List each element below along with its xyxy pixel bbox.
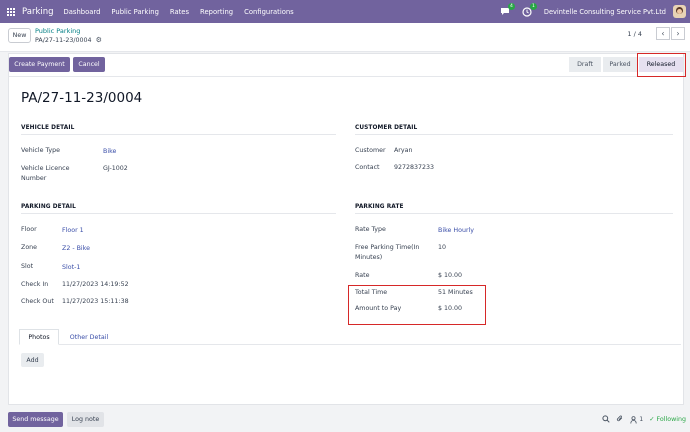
paperclip-icon[interactable] [616,414,624,425]
create-payment-button[interactable]: Create Payment [9,57,70,72]
rate-value[interactable]: $ 10.00 [438,271,462,281]
free-time-label-line1: Free Parking Time(In [355,244,420,251]
zone-value[interactable]: Z2 - Bike [62,244,90,254]
vehicle-detail-title: VEHICLE DETAIL [21,125,75,131]
released-highlight-box [637,53,686,77]
following-button[interactable]: ✓ Following [649,416,686,423]
notebook-tabs: Photos Other Detail [19,329,681,345]
pager-next-button[interactable]: › [671,27,685,40]
vehicle-licence-label-line2: Number [21,175,47,182]
tab-photos[interactable]: Photos [19,329,59,345]
chat-badge: 4 [507,3,515,10]
check-out-label: Check Out [21,298,54,305]
parking-rate-divider [355,213,673,214]
customer-detail-title: CUSTOMER DETAIL [355,125,418,131]
send-message-button[interactable]: Send message [8,412,63,427]
pager-previous-button[interactable]: ‹ [656,27,670,40]
stage-parked[interactable]: Parked [603,57,637,72]
vehicle-type-value[interactable]: Bike [103,147,116,157]
vehicle-type-label: Vehicle Type [21,147,60,154]
parking-detail-title: PARKING DETAIL [21,204,76,210]
rate-type-label: Rate Type [355,226,386,233]
stage-draft[interactable]: Draft [569,57,601,72]
new-button[interactable]: New [8,28,31,43]
rate-label: Rate [355,272,370,279]
form-statusbar: Create Payment Cancel Draft Parked Relea… [9,54,683,77]
customer-value[interactable]: Aryan [394,146,412,156]
customer-label: Customer [355,147,386,154]
add-photo-button[interactable]: Add [21,353,44,367]
menu-reporting[interactable]: Reporting [200,8,233,16]
check-icon: ✓ [649,416,655,423]
company-switcher[interactable]: Devintelle Consulting Service Pvt.Ltd [544,8,666,16]
breadcrumb-parent[interactable]: Public Parking [35,27,80,35]
slot-value[interactable]: Slot-1 [62,263,80,273]
form-sheet: Create Payment Cancel Draft Parked Relea… [8,53,686,405]
person-icon [630,415,637,424]
following-label: Following [656,416,687,423]
parking-detail-divider [21,213,336,214]
chat-icon[interactable]: 4 [500,3,515,17]
vehicle-detail-divider [21,134,336,135]
followers-count-label: 1 [639,416,644,423]
gear-icon[interactable]: ⚙ [96,36,102,44]
activity-clock-icon[interactable]: 1 [522,3,537,17]
floor-value[interactable]: Floor 1 [62,226,84,236]
free-time-label-line2: Minutes) [355,254,383,261]
log-note-button[interactable]: Log note [67,412,104,427]
chevron-left-icon: ‹ [661,29,665,38]
menu-public-parking[interactable]: Public Parking [111,8,158,16]
tab-other-detail[interactable]: Other Detail [65,329,113,345]
chevron-right-icon: › [676,29,680,38]
contact-value[interactable]: 9272837233 [394,163,434,173]
breadcrumb-current: PA/27-11-23/0004 ⚙ [35,36,102,44]
app-brand[interactable]: Parking [22,7,54,17]
floor-label: Floor [21,226,37,233]
top-navbar: Parking Dashboard Public Parking Rates R… [0,0,690,23]
control-panel: New Public Parking PA/27-11-23/0004 ⚙ 1 … [0,23,690,52]
menu-rates[interactable]: Rates [170,8,189,16]
zone-label: Zone [21,244,38,251]
parking-rate-title: PARKING RATE [355,204,404,210]
check-out-value[interactable]: 11/27/2023 15:11:38 [62,297,129,307]
user-avatar[interactable] [673,5,686,18]
vehicle-licence-label-line1: Vehicle Licence [21,165,70,172]
apps-menu-icon[interactable] [0,0,22,23]
pager-value[interactable]: 1 / 4 [627,30,642,38]
chatter-bar: Send message Log note 1 ✓ Following [0,408,690,432]
slot-label: Slot [21,263,34,270]
customer-detail-divider [355,134,673,135]
activity-badge: 1 [529,3,537,10]
free-time-value[interactable]: 10 [438,243,446,253]
followers-count[interactable]: 1 [630,415,644,424]
check-in-label: Check In [21,281,49,288]
check-in-value[interactable]: 11/27/2023 14:19:52 [62,280,129,290]
breadcrumb-current-label: PA/27-11-23/0004 [35,36,92,44]
menu-configurations[interactable]: Configurations [244,8,294,16]
contact-label: Contact [355,164,380,171]
record-title: PA/27-11-23/0004 [21,90,143,106]
totals-highlight-box [348,285,486,325]
search-icon[interactable] [602,414,610,425]
cancel-button[interactable]: Cancel [73,57,105,72]
vehicle-licence-value[interactable]: GJ-1002 [103,164,128,174]
menu-dashboard[interactable]: Dashboard [64,8,101,16]
rate-type-value[interactable]: Bike Hourly [438,226,474,236]
